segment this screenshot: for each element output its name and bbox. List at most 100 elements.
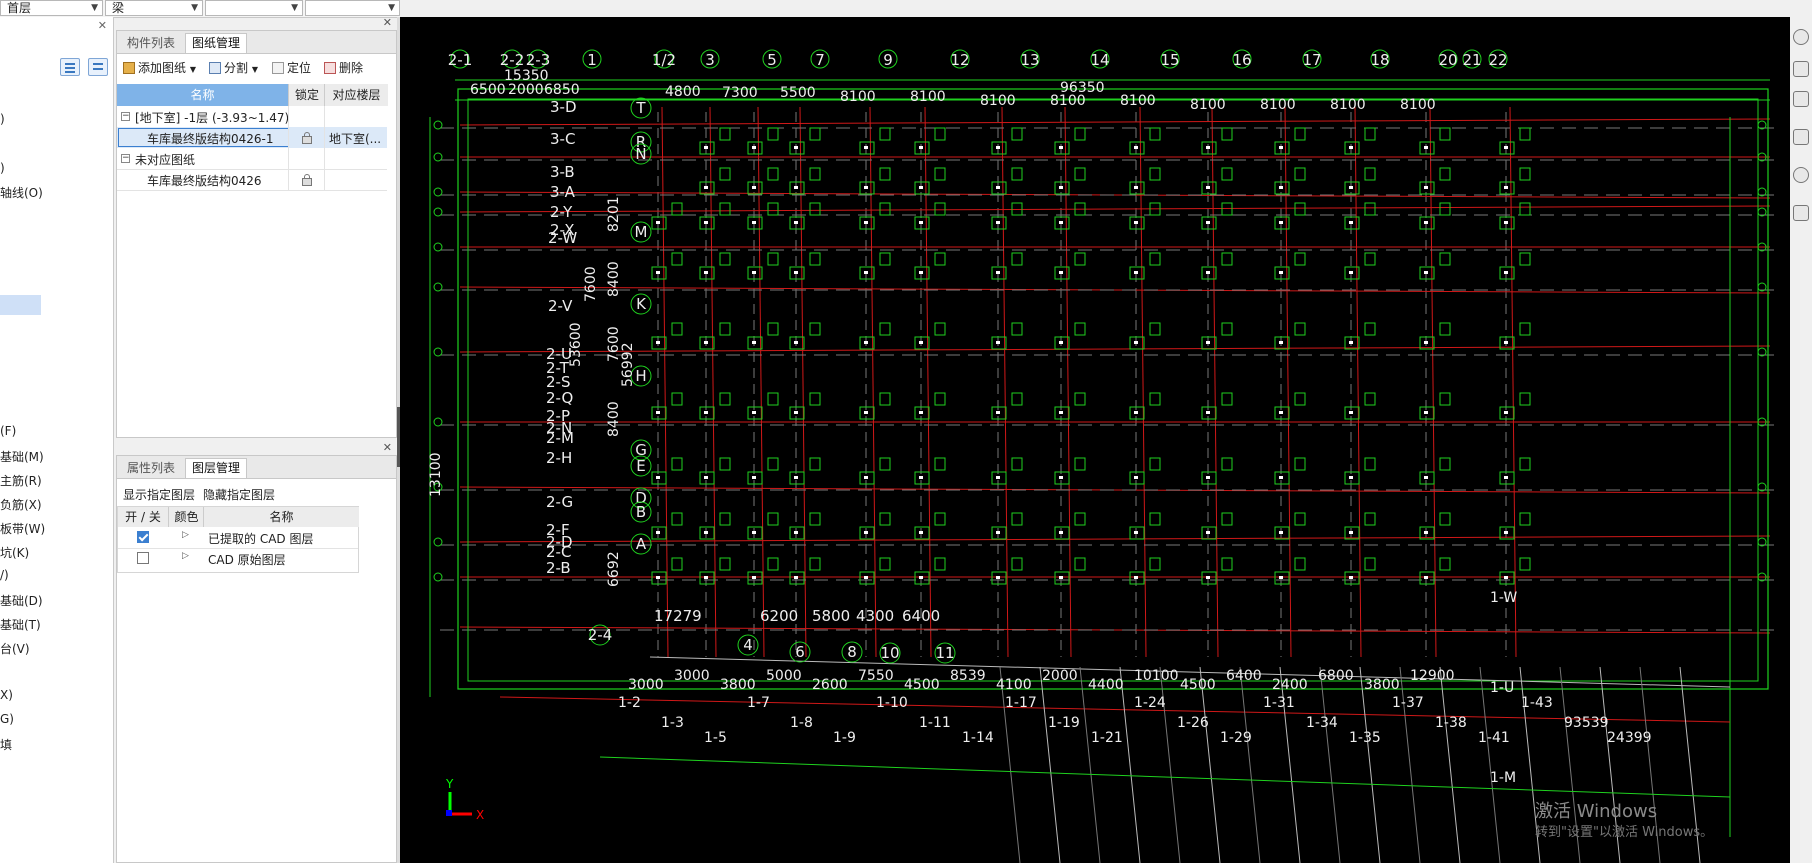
- expand-arrow-icon[interactable]: ▷: [182, 530, 189, 540]
- column-box: [1519, 557, 1531, 571]
- column-header-toggle[interactable]: 开 / 关: [118, 507, 168, 527]
- table-row[interactable]: ▷ CAD 原始图层: [118, 548, 358, 569]
- column-header-floor[interactable]: 对应楼层: [324, 84, 388, 106]
- lock-icon[interactable]: [302, 132, 312, 144]
- column-mark: [1059, 531, 1063, 534]
- tab-drawing-management[interactable]: 图纸管理: [185, 33, 248, 53]
- orbit-icon[interactable]: [1793, 167, 1809, 183]
- table-row[interactable]: ▷ 已提取的 CAD 图层: [118, 527, 358, 549]
- column-mark: [794, 411, 798, 414]
- grid-line: [1079, 666, 1101, 863]
- component-name-select[interactable]: ▼: [305, 0, 400, 16]
- collapse-icon[interactable]: −: [121, 112, 130, 121]
- axis-line: [1354, 106, 1362, 658]
- close-icon[interactable]: ✕: [98, 19, 107, 32]
- tree-item[interactable]: 填: [0, 736, 12, 753]
- selected-tree-item[interactable]: [0, 295, 41, 315]
- column-box: [1074, 392, 1086, 406]
- tree-item[interactable]: (F): [0, 424, 16, 438]
- tree-item[interactable]: 板带(W): [0, 520, 45, 537]
- chevron-down-icon: ▼: [388, 3, 395, 13]
- bottom-grid-label: 1-41: [1478, 730, 1510, 746]
- tree-item[interactable]: ): [0, 161, 5, 175]
- display-settings-icon[interactable]: [1793, 205, 1809, 221]
- column-header-name[interactable]: 名称: [117, 84, 288, 106]
- add-drawing-button[interactable]: 添加图纸 ▼: [123, 58, 196, 78]
- column-mark: [752, 186, 756, 189]
- tree-item-axis[interactable]: 轴线(O): [0, 184, 43, 201]
- tree-item[interactable]: 基础(T): [0, 616, 41, 633]
- tree-item[interactable]: /): [0, 568, 9, 582]
- table-row[interactable]: 车库最终版结构0426: [117, 169, 387, 191]
- column-box: [1364, 512, 1376, 526]
- delete-button[interactable]: 删除: [324, 58, 363, 78]
- axis-y-label: Y: [445, 777, 454, 791]
- tree-item[interactable]: 基础(M): [0, 448, 44, 465]
- add-drawing-label: 添加图纸: [138, 61, 187, 75]
- view-cube-icon[interactable]: [1793, 29, 1809, 45]
- column-mark: [1206, 341, 1210, 344]
- 3d-view-icon[interactable]: [1793, 61, 1809, 77]
- column-box: [1519, 167, 1531, 181]
- tree-item[interactable]: 坑(K): [0, 544, 29, 561]
- table-row[interactable]: 车库最终版结构0426-1 地下室(...: [117, 127, 387, 148]
- column-box: [1074, 127, 1086, 141]
- tab-layer-management[interactable]: 图层管理: [185, 458, 248, 478]
- tree-item[interactable]: X): [0, 688, 13, 702]
- column-mark: [1206, 411, 1210, 414]
- tree-item[interactable]: G): [0, 712, 14, 726]
- layer-visible-checkbox[interactable]: [137, 531, 149, 543]
- left-axis-label: 2-M: [546, 429, 574, 447]
- table-group-row[interactable]: − 未对应图纸: [117, 148, 387, 170]
- layer-visible-checkbox[interactable]: [137, 552, 149, 564]
- box-view-icon[interactable]: [1793, 129, 1809, 145]
- hide-layer-button[interactable]: 隐藏指定图层: [203, 486, 275, 503]
- column-box: [879, 167, 891, 181]
- column-box: [1011, 167, 1023, 181]
- category-select[interactable]: 梁 ▼: [105, 0, 203, 16]
- list-view-icon[interactable]: [60, 58, 80, 76]
- top-axis-label: 17: [1302, 51, 1321, 69]
- close-icon[interactable]: ✕: [383, 16, 392, 29]
- show-layer-button[interactable]: 显示指定图层: [123, 486, 195, 503]
- tree-item[interactable]: 主筋(R): [0, 472, 42, 489]
- column-box: [879, 392, 891, 406]
- floor-select-value: 首层: [7, 1, 32, 15]
- column-header-lock[interactable]: 锁定: [288, 84, 325, 106]
- axis-line: [709, 106, 717, 658]
- component-type-select[interactable]: ▼: [205, 0, 303, 16]
- plan-view-icon[interactable]: [1793, 91, 1809, 107]
- collapse-icon[interactable]: −: [121, 154, 130, 163]
- lock-icon[interactable]: [302, 174, 312, 186]
- column-mark: [864, 271, 868, 274]
- column-box: [1294, 512, 1306, 526]
- expand-arrow-icon[interactable]: ▷: [182, 551, 189, 561]
- vertical-dimension: 8400: [606, 401, 622, 437]
- column-mark: [1059, 146, 1063, 149]
- vertical-dimension: 13100: [428, 452, 444, 497]
- group-label: [地下室] -1层 (-3.93~1.47): [135, 111, 290, 125]
- locate-button[interactable]: 定位: [272, 58, 311, 78]
- split-button[interactable]: 分割 ▼: [209, 58, 258, 78]
- close-icon[interactable]: ✕: [383, 441, 392, 454]
- cad-drawing[interactable]: 2-1 2-2 2-3 1 1/2 3 5 7 9 12 13 14 15 16 17 18 20 21 22650…: [400, 17, 1790, 863]
- tab-component-list[interactable]: 构件列表: [121, 34, 181, 53]
- column-box: [1074, 167, 1086, 181]
- top-dimension: 8100: [910, 89, 946, 105]
- tree-item[interactable]: 负筋(X): [0, 496, 42, 513]
- floor-select[interactable]: 首层 ▼: [0, 0, 103, 16]
- cad-drawing-canvas[interactable]: 2-1 2-2 2-3 1 1/2 3 5 7 9 12 13 14 15 16 17 18 20 21 22 650…: [400, 17, 1790, 863]
- tree-item[interactable]: 台(V): [0, 640, 30, 657]
- detail-view-icon[interactable]: [88, 58, 108, 76]
- tab-property-list[interactable]: 属性列表: [121, 459, 181, 478]
- tree-item[interactable]: ): [0, 112, 5, 126]
- bottom-dimension: 2400: [1272, 677, 1308, 693]
- table-group-row[interactable]: − [地下室] -1层 (-3.93~1.47): [117, 106, 387, 128]
- drawing-name: 车库最终版结构0426-1: [147, 132, 274, 146]
- grid-line: [1439, 666, 1461, 863]
- column-header-layer-name[interactable]: 名称: [203, 507, 359, 527]
- tree-item[interactable]: 基础(D): [0, 592, 43, 609]
- column-mark: [794, 271, 798, 274]
- axis-bubble: [433, 282, 443, 292]
- column-header-color[interactable]: 颜色: [168, 507, 204, 527]
